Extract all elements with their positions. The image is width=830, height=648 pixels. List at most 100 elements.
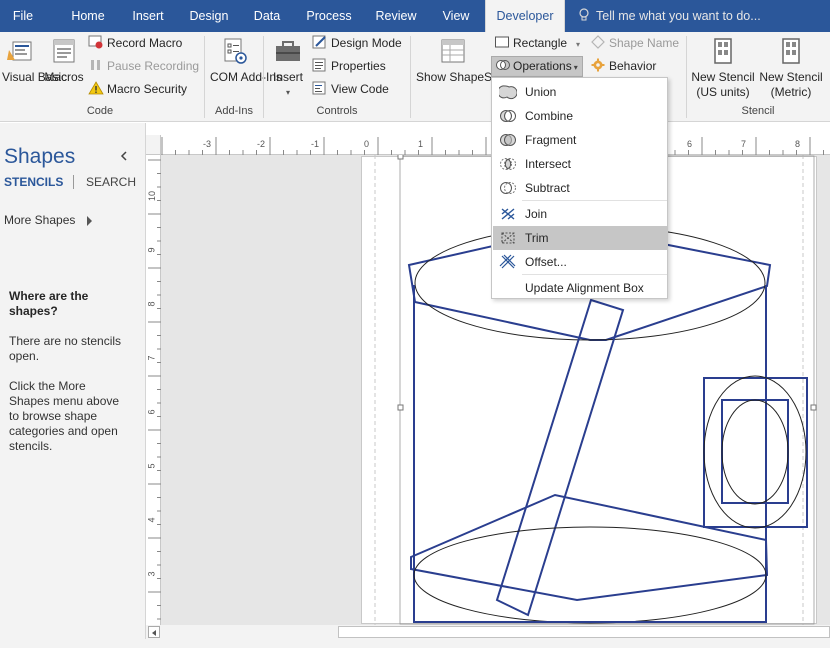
menu-item-union[interactable]: Union: [493, 80, 667, 104]
menu-item-trim[interactable]: Trim: [493, 226, 667, 250]
macro-security-label: Macro Security: [107, 82, 188, 96]
record-macro-icon: [88, 35, 103, 49]
shape-name-button[interactable]: Shape Name: [590, 35, 679, 50]
visual-basic-button[interactable]: Visual Basic: [2, 36, 67, 85]
click-more-shapes-text: Click the More Shapes menu above to brow…: [9, 379, 120, 453]
behavior-label: Behavior: [609, 59, 657, 73]
bottom-band-shape[interactable]: [410, 493, 769, 602]
insert-control-button[interactable]: Insert ▾: [268, 36, 308, 100]
rectangle-tool-button[interactable]: Rectangle ▾: [494, 35, 580, 50]
design-mode-button[interactable]: Design Mode: [312, 35, 402, 50]
pause-icon: [91, 60, 100, 70]
tab-design[interactable]: Design: [182, 0, 236, 32]
dropdown-arrow-icon: ▾: [573, 63, 578, 72]
tab-insert[interactable]: Insert: [122, 0, 174, 32]
ruler-label: 7: [741, 139, 747, 149]
horizontal-scrollbar[interactable]: [146, 625, 830, 639]
more-shapes-menu[interactable]: More Shapes: [4, 213, 75, 227]
shapes-panel: Shapes STENCILS SEARCH More Shapes Where…: [0, 123, 146, 648]
ruler-corner: [146, 135, 161, 155]
menu-item-join[interactable]: Join: [493, 202, 667, 226]
fragment-icon: [500, 134, 516, 146]
union-icon: [499, 85, 517, 100]
menu-item-subtract[interactable]: Subtract: [493, 176, 667, 200]
ribbon-separator: [204, 36, 205, 118]
trim-icon: [501, 232, 515, 244]
stencil-grid-icon: [714, 38, 732, 64]
new-stencil-us-button[interactable]: New Stencil (US units): [690, 36, 756, 100]
menu-item-label: Trim: [525, 231, 549, 245]
properties-button[interactable]: Properties: [312, 58, 386, 73]
view-code-icon: [312, 81, 326, 95]
operations-dropdown-menu: Union Combine Fragment Intersect Subtrac…: [491, 77, 668, 299]
menu-item-intersect[interactable]: Intersect: [493, 152, 667, 176]
menu-item-label: Subtract: [525, 181, 570, 195]
collapse-panel-icon[interactable]: [117, 149, 131, 163]
toolbox-icon: [276, 41, 300, 61]
menu-item-offset[interactable]: Offset...: [493, 250, 667, 274]
tab-stencils[interactable]: STENCILS: [4, 175, 63, 189]
subtract-icon: [500, 182, 516, 194]
selection-handle[interactable]: [397, 404, 404, 411]
scroll-thumb[interactable]: [338, 626, 830, 638]
ruler-label: 5: [146, 463, 157, 469]
menu-item-fragment[interactable]: Fragment: [493, 128, 667, 152]
combine-icon: [500, 110, 516, 122]
tab-process[interactable]: Process: [298, 0, 360, 32]
ruler-label: 9: [146, 247, 157, 253]
tab-developer[interactable]: Developer: [485, 0, 565, 32]
ruler-label: -3: [203, 139, 212, 149]
operations-button[interactable]: Operations ▾: [491, 56, 583, 77]
shapesheet-icon: [441, 39, 465, 63]
design-mode-icon: [312, 35, 326, 49]
record-macro-button[interactable]: Record Macro: [88, 35, 182, 50]
selection-handle[interactable]: [810, 404, 817, 411]
ruler-label: 0: [364, 139, 370, 149]
shape-name-label: Shape Name: [609, 36, 680, 50]
ruler-label: 10: [147, 190, 158, 202]
show-shapesheet-button[interactable]: Show ShapeSheet ▾: [416, 36, 522, 86]
tab-review[interactable]: Review: [368, 0, 424, 32]
new-stencil-metric-button[interactable]: New Stencil (Metric): [758, 36, 824, 100]
menu-item-label: Union: [525, 85, 557, 99]
operations-icon: [496, 60, 510, 70]
tab-file[interactable]: File: [0, 0, 46, 32]
scroll-left-button[interactable]: [148, 626, 160, 638]
handle-outer-ellipse[interactable]: [703, 375, 807, 529]
tab-home[interactable]: Home: [62, 0, 114, 32]
handle-inner-ellipse[interactable]: [721, 399, 789, 505]
vertical-ruler[interactable]: 10 9 8 7 6 5 4 3: [146, 155, 161, 625]
tell-me-text: Tell me what you want to do...: [596, 9, 761, 23]
macros-button[interactable]: Macros: [42, 36, 86, 85]
selection-handle[interactable]: [397, 155, 404, 160]
lightbulb-icon: [579, 8, 589, 21]
view-code-button[interactable]: View Code: [312, 81, 389, 96]
macro-security-button[interactable]: Macro Security: [88, 81, 187, 96]
menu-separator: [522, 274, 667, 275]
shapes-panel-title: Shapes: [4, 145, 76, 168]
tell-me-search[interactable]: Tell me what you want to do...: [578, 0, 761, 32]
ruler-label: 1: [418, 139, 424, 149]
bottom-ellipse-shape[interactable]: [413, 526, 767, 624]
dropdown-arrow-icon: ▾: [576, 40, 581, 49]
chevron-right-icon[interactable]: [87, 216, 92, 226]
stencil-group-label: Stencil: [741, 105, 775, 117]
com-addins-button[interactable]: COM Add-Ins: [210, 36, 282, 85]
tab-data[interactable]: Data: [244, 0, 290, 32]
ruler-label: 3: [146, 571, 157, 577]
behavior-button[interactable]: Behavior: [590, 58, 656, 73]
chevron-left-icon: [152, 630, 156, 636]
menu-item-combine[interactable]: Combine: [493, 104, 667, 128]
ruler-label: 8: [146, 301, 157, 307]
warning-icon: [88, 81, 104, 95]
tab-search[interactable]: SEARCH: [86, 175, 136, 189]
tab-divider: [73, 175, 74, 189]
menu-item-label: Join: [525, 207, 548, 221]
straw-shape[interactable]: [495, 298, 625, 617]
view-code-label: View Code: [331, 82, 389, 96]
menu-item-label: Fragment: [525, 133, 577, 147]
pause-recording-button[interactable]: Pause Recording: [88, 58, 199, 73]
new-stencil-us-label: New Stencil (US units): [691, 70, 755, 99]
tab-view[interactable]: View: [432, 0, 480, 32]
menu-item-update-alignment-box[interactable]: Update Alignment Box: [493, 276, 667, 300]
